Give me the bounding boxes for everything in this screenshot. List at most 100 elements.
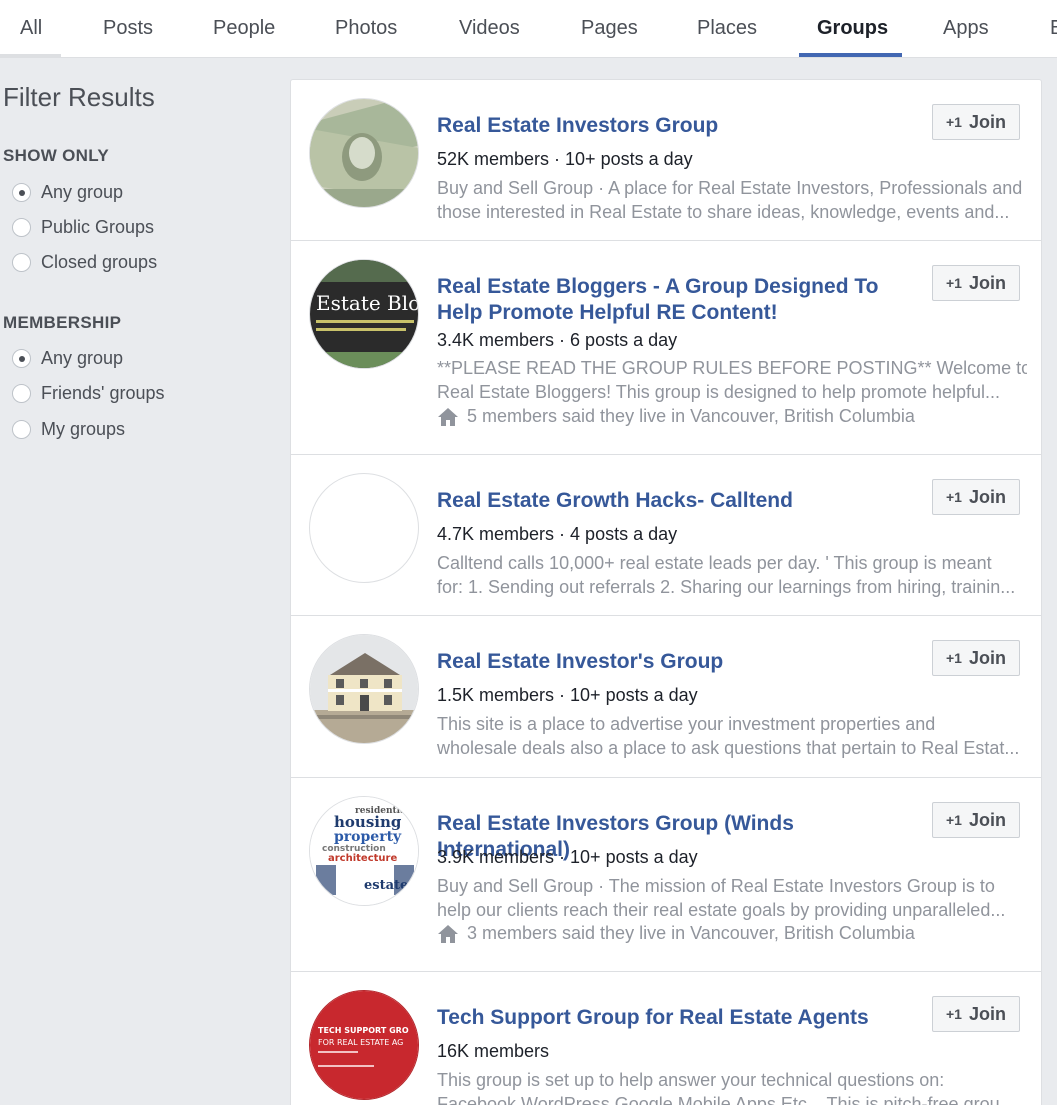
group-meta: 52K members · 10+ posts a day bbox=[437, 149, 693, 169]
group-description-line: This site is a place to advertise your i… bbox=[437, 714, 936, 734]
tab-places[interactable]: Places bbox=[697, 0, 757, 58]
join-button[interactable]: +1 Join bbox=[932, 265, 1020, 301]
tab-events[interactable]: E bbox=[1050, 0, 1057, 58]
avatar-text: FOR REAL ESTATE AG bbox=[318, 1038, 403, 1047]
group-description-line: those interested in Real Estate to share… bbox=[437, 202, 1010, 222]
group-avatar-tech-support-badge-icon[interactable]: TECH SUPPORT GRO FOR REAL ESTATE AG bbox=[309, 990, 419, 1100]
membership-heading: MEMBERSHIP bbox=[3, 313, 122, 332]
active-tab-indicator bbox=[799, 53, 902, 57]
join-label: Join bbox=[968, 647, 1006, 668]
join-button[interactable]: +1 Join bbox=[932, 996, 1020, 1032]
radio-label: Any group bbox=[41, 347, 124, 368]
group-result-card: residential housing property constructio… bbox=[291, 778, 1041, 972]
show-only-closed-groups-option[interactable]: Closed groups bbox=[12, 250, 157, 274]
group-avatar-dollar-bills-icon[interactable] bbox=[309, 98, 419, 208]
group-result-card: Estate Blog Real Estate Bloggers - A Gro… bbox=[291, 241, 1041, 455]
membership-friends-groups-option[interactable]: Friends' groups bbox=[12, 381, 165, 405]
radio-label: My groups bbox=[41, 418, 126, 439]
group-result-card: Real Estate Investors Group 52K members … bbox=[291, 80, 1041, 241]
join-button[interactable]: +1 Join bbox=[932, 104, 1020, 140]
group-description: Buy and Sell Group · A place for Real Es… bbox=[437, 176, 1027, 224]
home-icon bbox=[438, 924, 458, 943]
tab-groups[interactable]: Groups bbox=[817, 0, 888, 58]
group-description-line: This group is set up to help answer your… bbox=[437, 1070, 945, 1090]
tab-pages[interactable]: Pages bbox=[581, 0, 638, 58]
add-group-icon: +1 bbox=[946, 489, 962, 505]
join-label: Join bbox=[968, 809, 1006, 830]
group-result-card: TECH SUPPORT GRO FOR REAL ESTATE AG Tech… bbox=[291, 972, 1041, 1105]
word-cloud-text: property bbox=[334, 829, 402, 845]
word-cloud-text: estate bbox=[364, 878, 408, 893]
group-avatar-house-photo-icon[interactable] bbox=[309, 634, 419, 744]
radio-unchecked-icon[interactable] bbox=[12, 419, 31, 439]
group-description-line: Buy and Sell Group · The mission of Real… bbox=[437, 876, 995, 896]
search-tab-bar: All Posts People Photos Videos Pages Pla… bbox=[0, 0, 1057, 58]
group-description-line: wholesale deals also a place to ask ques… bbox=[437, 738, 1020, 758]
group-title-link[interactable]: Tech Support Group for Real Estate Agent… bbox=[437, 1005, 907, 1031]
join-label: Join bbox=[968, 1003, 1006, 1024]
word-cloud-text: architecture bbox=[328, 853, 397, 864]
group-description: Buy and Sell Group · The mission of Real… bbox=[437, 874, 1027, 922]
radio-label: Any group bbox=[41, 181, 124, 202]
group-title-link[interactable]: Real Estate Growth Hacks- Calltend bbox=[437, 488, 907, 514]
group-description-line: Buy and Sell Group · A place for Real Es… bbox=[437, 178, 1023, 198]
group-title-link[interactable]: Real Estate Bloggers - A Group Designed … bbox=[437, 274, 907, 326]
avatar-text: Estate Blog bbox=[316, 291, 419, 315]
group-title-link[interactable]: Real Estate Investor's Group bbox=[437, 649, 907, 675]
show-only-any-group-option[interactable]: Any group bbox=[12, 180, 123, 204]
group-results-list: Real Estate Investors Group 52K members … bbox=[290, 79, 1042, 1105]
radio-label: Closed groups bbox=[41, 251, 158, 272]
membership-my-groups-option[interactable]: My groups bbox=[12, 417, 125, 441]
tab-photos[interactable]: Photos bbox=[335, 0, 397, 58]
radio-label: Friends' groups bbox=[41, 382, 165, 403]
group-avatar-word-cloud-house-icon[interactable]: residential housing property constructio… bbox=[309, 796, 419, 906]
group-meta: 16K members bbox=[437, 1041, 550, 1061]
group-avatar-blank-avatar-icon[interactable] bbox=[309, 473, 419, 583]
group-description-line: for: 1. Sending out referrals 2. Sharing… bbox=[437, 577, 1016, 597]
radio-checked-icon[interactable] bbox=[12, 182, 31, 202]
group-meta: 4.7K members · 4 posts a day bbox=[437, 524, 678, 544]
group-meta: 3.9K members · 10+ posts a day bbox=[437, 847, 698, 867]
group-description: Calltend calls 10,000+ real estate leads… bbox=[437, 551, 1027, 599]
show-only-public-groups-option[interactable]: Public Groups bbox=[12, 215, 154, 239]
group-description: **PLEASE READ THE GROUP RULES BEFORE POS… bbox=[437, 356, 1027, 404]
tab-apps[interactable]: Apps bbox=[943, 0, 989, 58]
group-description-line: Calltend calls 10,000+ real estate leads… bbox=[437, 553, 992, 573]
radio-unchecked-icon[interactable] bbox=[12, 252, 31, 272]
location-text: 5 members said they live in Vancouver, B… bbox=[467, 406, 915, 426]
tab-people[interactable]: People bbox=[213, 0, 275, 58]
location-text: 3 members said they live in Vancouver, B… bbox=[467, 923, 915, 943]
group-title-link[interactable]: Real Estate Investors Group bbox=[437, 113, 907, 139]
join-button[interactable]: +1 Join bbox=[932, 802, 1020, 838]
group-meta: 3.4K members · 6 posts a day bbox=[437, 330, 678, 350]
group-result-card: Real Estate Investor's Group 1.5K member… bbox=[291, 616, 1041, 778]
add-group-icon: +1 bbox=[946, 114, 962, 130]
radio-checked-icon[interactable] bbox=[12, 348, 31, 368]
group-description-line: help our clients reach their real estate… bbox=[437, 900, 1006, 920]
tab-all[interactable]: All bbox=[20, 0, 42, 58]
join-label: Join bbox=[968, 486, 1006, 507]
add-group-icon: +1 bbox=[946, 1006, 962, 1022]
group-description-line: Real Estate Bloggers! This group is desi… bbox=[437, 382, 1001, 402]
tab-videos[interactable]: Videos bbox=[459, 0, 520, 58]
group-meta: 1.5K members · 10+ posts a day bbox=[437, 685, 698, 705]
radio-unchecked-icon[interactable] bbox=[12, 383, 31, 403]
filter-results-title: Filter Results bbox=[3, 82, 155, 112]
join-label: Join bbox=[968, 272, 1006, 293]
join-button[interactable]: +1 Join bbox=[932, 479, 1020, 515]
tab-posts[interactable]: Posts bbox=[103, 0, 153, 58]
radio-label: Public Groups bbox=[41, 216, 155, 237]
avatar-text: TECH SUPPORT GRO bbox=[318, 1026, 409, 1035]
radio-unchecked-icon[interactable] bbox=[12, 217, 31, 237]
add-group-icon: +1 bbox=[946, 812, 962, 828]
home-icon bbox=[438, 407, 458, 426]
membership-any-group-option[interactable]: Any group bbox=[12, 346, 123, 370]
add-group-icon: +1 bbox=[946, 650, 962, 666]
group-description: This site is a place to advertise your i… bbox=[437, 712, 1027, 760]
filter-sidebar: Filter Results SHOW ONLY Any group Publi… bbox=[0, 58, 290, 1105]
group-description-line: Facebook WordPress Google Mobile Apps Et… bbox=[437, 1094, 1015, 1105]
group-description: This group is set up to help answer your… bbox=[437, 1068, 1027, 1105]
join-label: Join bbox=[968, 111, 1006, 132]
group-avatar-blog-sign-icon[interactable]: Estate Blog bbox=[309, 259, 419, 369]
join-button[interactable]: +1 Join bbox=[932, 640, 1020, 676]
